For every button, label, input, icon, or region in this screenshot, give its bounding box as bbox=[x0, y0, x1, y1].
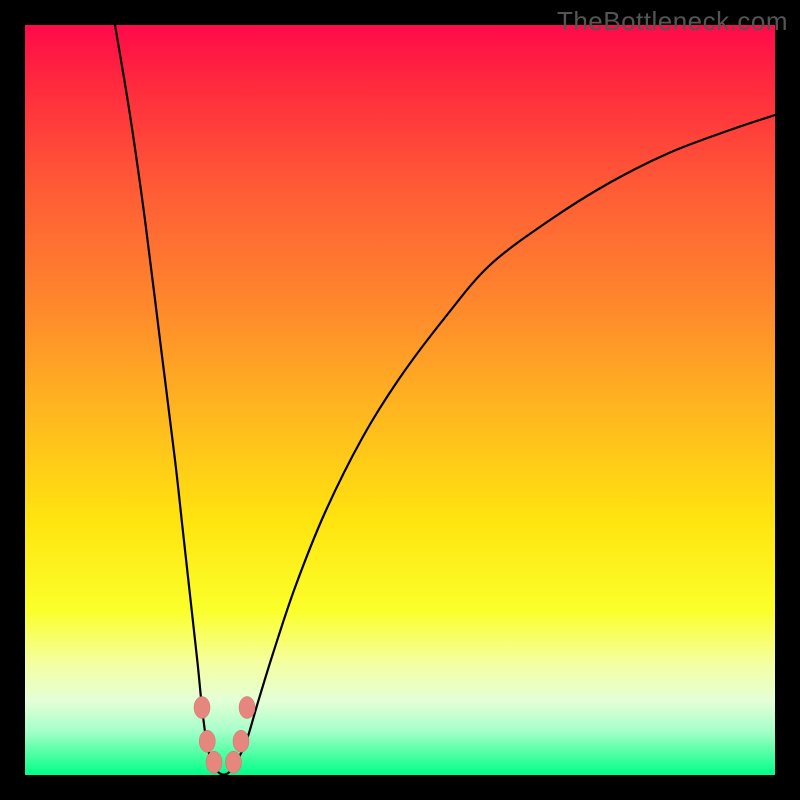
curve-marker bbox=[239, 697, 255, 719]
watermark-text: TheBottleneck.com bbox=[557, 6, 788, 37]
curve-marker bbox=[199, 730, 215, 752]
plot-area bbox=[25, 25, 775, 775]
chart-svg bbox=[25, 25, 775, 775]
curve-marker bbox=[226, 751, 242, 773]
marker-group bbox=[194, 697, 255, 774]
curve-marker bbox=[194, 697, 210, 719]
chart-frame: TheBottleneck.com bbox=[0, 0, 800, 800]
curve-marker bbox=[233, 730, 249, 752]
curve-marker bbox=[206, 751, 222, 773]
bottleneck-curve bbox=[115, 25, 775, 775]
